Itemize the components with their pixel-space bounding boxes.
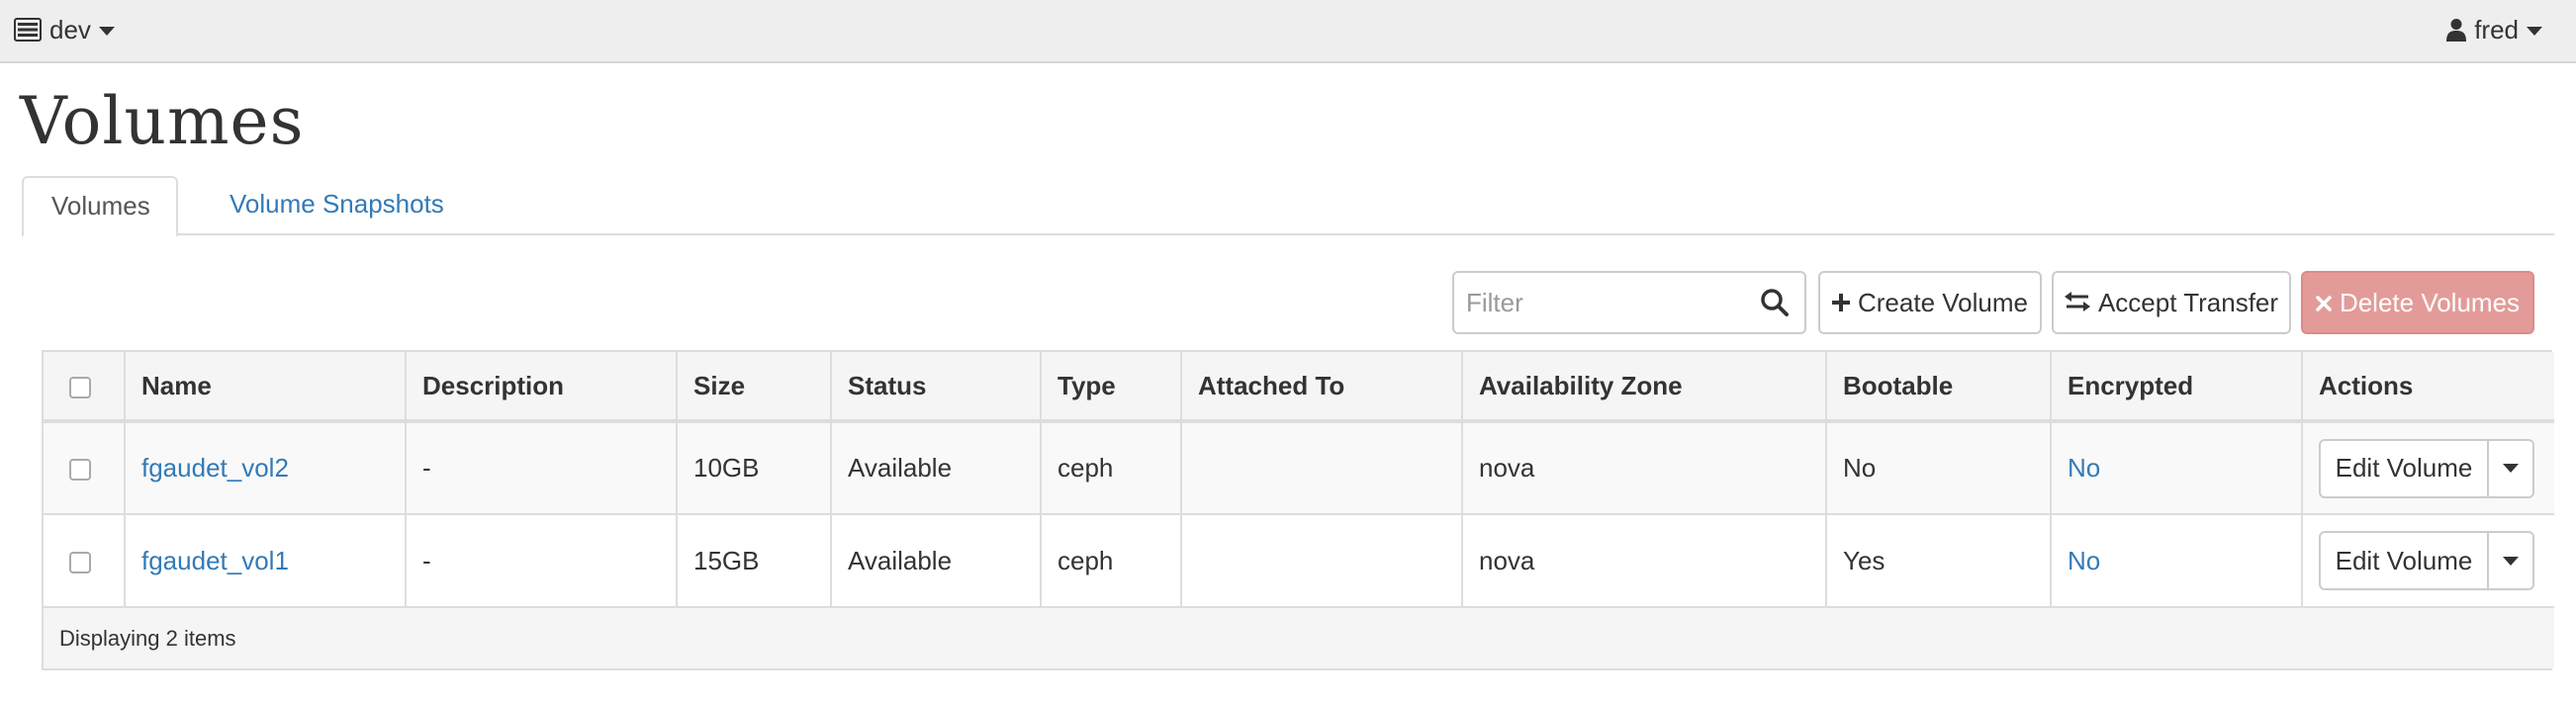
chevron-down-icon	[2503, 464, 2519, 473]
volume-type: ceph	[1041, 421, 1182, 514]
column-header-type[interactable]: Type	[1041, 352, 1182, 421]
volume-encrypted-link[interactable]: No	[2068, 546, 2100, 575]
row-checkbox[interactable]	[69, 459, 91, 482]
chevron-down-icon	[2503, 556, 2519, 566]
chevron-down-icon	[98, 27, 115, 36]
project-label: dev	[49, 14, 91, 44]
volume-status: Available	[831, 421, 1042, 514]
column-header-description[interactable]: Description	[406, 352, 678, 421]
row-action-group: Edit Volume	[2319, 531, 2534, 590]
volume-attached-to	[1181, 514, 1463, 607]
items-count: Displaying 2 items	[59, 625, 236, 651]
user-label: fred	[2474, 14, 2519, 44]
row-select-cell	[44, 421, 126, 514]
volume-description: -	[406, 514, 678, 607]
select-all-cell	[44, 352, 126, 421]
volume-attached-to	[1181, 421, 1463, 514]
volume-size: 10GB	[677, 421, 832, 514]
user-icon	[2446, 18, 2467, 42]
tab-volumes[interactable]: Volumes	[22, 176, 178, 237]
row-actions-dropdown-toggle[interactable]	[2489, 533, 2532, 588]
volume-availability-zone: nova	[1462, 514, 1827, 607]
volume-name-link[interactable]: fgaudet_vol1	[141, 546, 289, 575]
volume-size: 15GB	[677, 514, 832, 607]
column-header-actions: Actions	[2319, 370, 2414, 400]
volume-encrypted-link[interactable]: No	[2068, 453, 2100, 483]
column-header-name[interactable]: Name	[125, 352, 407, 421]
table-footer-row: Displaying 2 items	[44, 607, 2554, 668]
project-dropdown[interactable]: dev	[14, 12, 115, 47]
filter-group	[1452, 271, 1806, 334]
delete-volumes-button[interactable]: Delete Volumes	[2301, 271, 2534, 334]
chevron-down-icon	[2527, 27, 2542, 36]
top-navbar: dev fred	[0, 0, 2576, 63]
column-header-encrypted[interactable]: Encrypted	[2051, 352, 2303, 421]
filter-input[interactable]	[1456, 275, 1733, 330]
create-volume-button[interactable]: Create Volume	[1818, 271, 2042, 334]
page-title: Volumes	[20, 83, 305, 159]
volumes-table: Name Description Size Status Type Attach…	[42, 350, 2554, 670]
volume-description: -	[406, 421, 678, 514]
server-icon	[14, 18, 42, 42]
row-select-cell	[44, 514, 126, 607]
row-actions-dropdown-toggle[interactable]	[2489, 441, 2532, 496]
row-checkbox[interactable]	[69, 551, 91, 573]
edit-volume-button[interactable]: Edit Volume	[2321, 440, 2489, 496]
volume-availability-zone: nova	[1462, 421, 1827, 514]
volume-bootable: No	[1826, 421, 2052, 514]
table-row: fgaudet_vol1 - 15GB Available ceph nova …	[44, 514, 2554, 607]
accept-transfer-button[interactable]: Accept Transfer	[2052, 271, 2291, 334]
row-actions-cell: Edit Volume	[2302, 514, 2554, 607]
search-icon[interactable]	[1759, 287, 1791, 318]
table-row: fgaudet_vol2 - 10GB Available ceph nova …	[44, 421, 2554, 514]
row-actions-cell: Edit Volume	[2302, 421, 2554, 514]
plus-icon	[1832, 288, 1850, 318]
create-volume-label: Create Volume	[1858, 287, 2028, 317]
column-header-availability-zone[interactable]: Availability Zone	[1462, 352, 1827, 421]
tab-volume-snapshots[interactable]: Volume Snapshots	[202, 176, 472, 235]
select-all-checkbox[interactable]	[69, 376, 91, 398]
volume-type: ceph	[1041, 514, 1182, 607]
tab-bar: Volumes Volume Snapshots	[22, 176, 2554, 237]
volume-status: Available	[831, 514, 1042, 607]
close-icon	[2316, 288, 2332, 318]
volume-name-link[interactable]: fgaudet_vol2	[141, 453, 289, 483]
column-header-attached-to[interactable]: Attached To	[1181, 352, 1463, 421]
accept-transfer-label: Accept Transfer	[2097, 287, 2279, 317]
exchange-icon	[2064, 288, 2090, 318]
user-dropdown[interactable]: fred	[2446, 12, 2542, 47]
column-header-status[interactable]: Status	[831, 352, 1042, 421]
edit-volume-button[interactable]: Edit Volume	[2321, 533, 2489, 588]
column-header-size[interactable]: Size	[677, 352, 832, 421]
volume-bootable: Yes	[1826, 514, 2052, 607]
row-action-group: Edit Volume	[2319, 438, 2534, 498]
delete-volumes-label: Delete Volumes	[2339, 287, 2521, 317]
table-header-row: Name Description Size Status Type Attach…	[44, 352, 2554, 421]
column-header-bootable[interactable]: Bootable	[1826, 352, 2052, 421]
